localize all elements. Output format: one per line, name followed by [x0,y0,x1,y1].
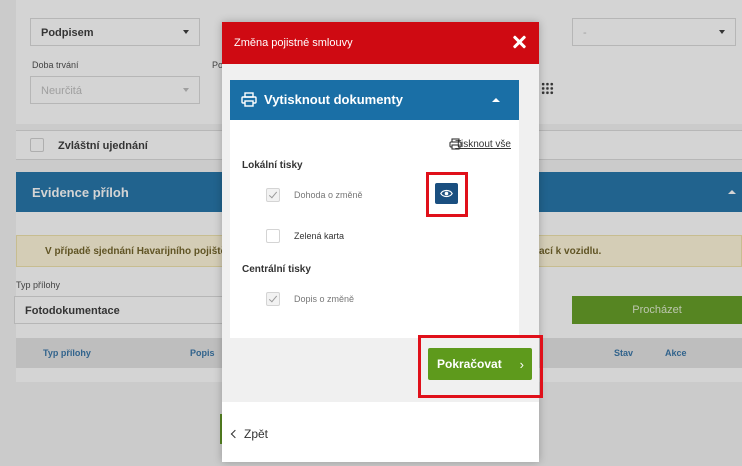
printer-icon [241,92,257,107]
modal-header: Změna pojistné smlouvy [222,22,539,64]
agreement-label: Dohoda o změně [294,190,363,200]
modal-title: Změna pojistné smlouvy [234,37,353,49]
chevron-left-icon [230,429,240,439]
back-button[interactable]: Zpět [230,427,269,441]
highlight-continue [418,335,543,398]
print-documents-header[interactable]: Vytisknout dokumenty [230,80,519,120]
back-label: Zpět [244,427,269,441]
letter-label: Dopis o změně [294,294,355,304]
print-documents-title: Vytisknout dokumenty [264,92,403,107]
close-icon[interactable] [512,35,526,49]
central-prints-title: Centrální tisky [242,264,311,275]
letter-checkbox[interactable] [266,292,280,306]
print-documents-panel: Vytisknout dokumenty Tisknout vše Lokáln… [230,80,519,338]
print-all-link[interactable]: Tisknout vše [455,139,511,150]
local-prints-title: Lokální tisky [242,160,303,171]
green-card-checkbox[interactable] [266,229,280,243]
highlight-preview [426,172,468,217]
change-contract-modal: Změna pojistné smlouvy Vytisknout dokume… [222,22,543,462]
green-card-label: Zelená karta [294,231,345,241]
chevron-up-icon [492,98,500,102]
agreement-checkbox[interactable] [266,188,280,202]
